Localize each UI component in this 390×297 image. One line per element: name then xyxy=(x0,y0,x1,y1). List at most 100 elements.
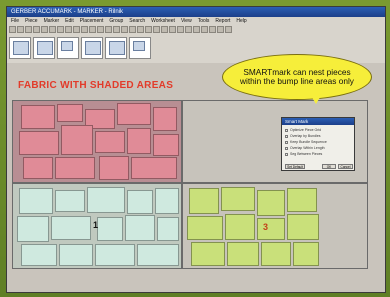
set-default-button[interactable]: Set Default xyxy=(285,164,305,169)
toolbar-button[interactable] xyxy=(129,26,136,33)
menu-search[interactable]: Search xyxy=(129,17,145,25)
toolbar-button[interactable] xyxy=(49,26,56,33)
marker-piece[interactable] xyxy=(95,244,135,266)
marker-piece[interactable] xyxy=(191,242,225,266)
marker-piece[interactable] xyxy=(21,105,55,129)
menu-help[interactable]: Help xyxy=(236,17,246,25)
marker-piece[interactable] xyxy=(157,217,179,241)
toolbar-button[interactable] xyxy=(65,26,72,33)
checkbox[interactable] xyxy=(285,152,288,156)
checkbox[interactable] xyxy=(285,134,288,138)
piece-thumbnail[interactable] xyxy=(57,37,79,59)
region-marker-three: 3 xyxy=(263,222,269,232)
marker-piece[interactable] xyxy=(261,242,291,266)
toolbar-button[interactable] xyxy=(177,26,184,33)
toolbar-button[interactable] xyxy=(225,26,232,33)
marker-piece[interactable] xyxy=(293,242,319,266)
checkbox[interactable] xyxy=(285,128,288,132)
menu-edit[interactable]: Edit xyxy=(65,17,74,25)
marker-piece[interactable] xyxy=(17,216,49,242)
toolbar-button[interactable] xyxy=(17,26,24,33)
toolbar-button[interactable] xyxy=(89,26,96,33)
piece-thumbnail[interactable] xyxy=(81,37,103,59)
checkbox[interactable] xyxy=(285,140,288,144)
menu-piece[interactable]: Piece xyxy=(25,17,38,25)
menu-report[interactable]: Report xyxy=(215,17,230,25)
toolbar-button[interactable] xyxy=(121,26,128,33)
toolbar-button[interactable] xyxy=(81,26,88,33)
marker-piece[interactable] xyxy=(21,244,57,266)
piece-thumbnail[interactable] xyxy=(33,37,55,59)
checkbox[interactable] xyxy=(285,146,288,150)
marker-piece[interactable] xyxy=(287,188,317,212)
marker-piece[interactable] xyxy=(189,188,219,214)
marker-piece[interactable] xyxy=(23,157,53,179)
toolbar-button[interactable] xyxy=(113,26,120,33)
toolbar-button[interactable] xyxy=(41,26,48,33)
piece-thumbnail[interactable] xyxy=(105,37,127,59)
marker-piece[interactable] xyxy=(131,157,177,179)
marker-piece[interactable] xyxy=(187,216,223,240)
marker-piece[interactable] xyxy=(257,218,285,240)
toolbar-button[interactable] xyxy=(25,26,32,33)
ok-button[interactable]: OK xyxy=(322,164,336,169)
toolbar-button[interactable] xyxy=(9,26,16,33)
toolbar-button[interactable] xyxy=(169,26,176,33)
marker-piece[interactable] xyxy=(19,131,59,155)
marker-piece[interactable] xyxy=(257,190,285,216)
toolbar-button[interactable] xyxy=(33,26,40,33)
marker-piece[interactable] xyxy=(153,107,177,131)
marker-piece[interactable] xyxy=(117,103,151,125)
marker-piece[interactable] xyxy=(55,157,95,179)
toolbar-button[interactable] xyxy=(161,26,168,33)
marker-piece[interactable] xyxy=(127,128,151,154)
marker-piece[interactable] xyxy=(61,125,93,155)
piece-thumbnail[interactable] xyxy=(9,37,31,59)
marker-piece[interactable] xyxy=(227,242,259,266)
menu-placement[interactable]: Placement xyxy=(80,17,104,25)
toolbar-button[interactable] xyxy=(185,26,192,33)
option-row[interactable]: Keep Bundle Sequence xyxy=(285,140,327,144)
marker-piece[interactable] xyxy=(95,131,125,153)
marker-piece[interactable] xyxy=(125,215,155,241)
marker-piece[interactable] xyxy=(51,216,91,240)
piece-thumbnail[interactable] xyxy=(129,37,151,59)
menu-file[interactable]: File xyxy=(11,17,19,25)
option-row[interactable]: Overlap by Bundles xyxy=(285,134,321,138)
toolbar-button[interactable] xyxy=(193,26,200,33)
toolbar-button[interactable] xyxy=(105,26,112,33)
option-row[interactable]: Overlap Within Length xyxy=(285,146,325,150)
marker-piece[interactable] xyxy=(99,156,129,180)
marker-piece[interactable] xyxy=(97,217,123,241)
toolbar-button[interactable] xyxy=(145,26,152,33)
toolbar-button[interactable] xyxy=(209,26,216,33)
menu-group[interactable]: Group xyxy=(109,17,123,25)
toolbar-button[interactable] xyxy=(73,26,80,33)
toolbar-button[interactable] xyxy=(137,26,144,33)
menubar: File Piece Marker Edit Placement Group S… xyxy=(7,17,385,25)
marker-piece[interactable] xyxy=(225,214,255,240)
marker-piece[interactable] xyxy=(59,244,93,266)
toolbar-button[interactable] xyxy=(97,26,104,33)
marker-piece[interactable] xyxy=(127,190,153,214)
marker-piece[interactable] xyxy=(137,244,179,266)
menu-view[interactable]: View xyxy=(181,17,192,25)
toolbar-button[interactable] xyxy=(57,26,64,33)
option-row[interactable]: Optimize Piece Grid xyxy=(285,128,321,132)
toolbar-button[interactable] xyxy=(217,26,224,33)
cancel-button[interactable]: Cancel xyxy=(338,164,353,169)
toolbar-button[interactable] xyxy=(201,26,208,33)
toolbar-button[interactable] xyxy=(153,26,160,33)
marker-piece[interactable] xyxy=(221,187,255,211)
marker-piece[interactable] xyxy=(287,214,319,240)
menu-marker[interactable]: Marker xyxy=(44,17,60,25)
marker-piece[interactable] xyxy=(57,104,83,122)
marker-piece[interactable] xyxy=(87,187,125,213)
marker-piece[interactable] xyxy=(155,188,179,214)
marker-piece[interactable] xyxy=(19,188,53,214)
option-row[interactable]: Seg Between Pieces xyxy=(285,152,322,156)
menu-tools[interactable]: Tools xyxy=(198,17,210,25)
marker-piece[interactable] xyxy=(153,134,179,156)
marker-piece[interactable] xyxy=(55,190,85,212)
menu-worksheet[interactable]: Worksheet xyxy=(151,17,175,25)
